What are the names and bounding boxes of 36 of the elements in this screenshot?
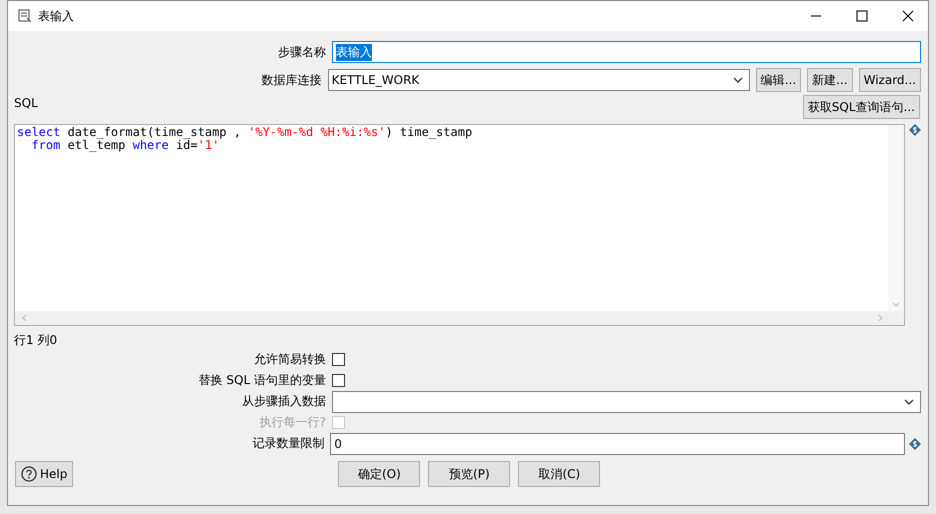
sql-label: SQL: [14, 96, 38, 110]
code-line: select date_format(time_stamp , '%Y-%m-%d %H:%i:%s') time_stamp: [17, 126, 472, 139]
cursor-position: 行1 列0: [14, 332, 58, 349]
close-icon[interactable]: [902, 10, 914, 22]
step-name-field[interactable]: 表输入: [332, 41, 921, 63]
connection-button[interactable]: 新建...: [807, 68, 853, 92]
connection-dropdown[interactable]: KETTLE_WORK: [328, 69, 750, 91]
help-icon: [21, 466, 37, 482]
step-dropdown[interactable]: [332, 390, 921, 412]
variable-icon[interactable]: [909, 124, 921, 136]
connection-button[interactable]: Wizard...: [858, 68, 921, 92]
checkbox[interactable]: [332, 374, 345, 387]
chevron-down-icon: [732, 77, 743, 83]
help-button[interactable]: Help: [15, 461, 74, 487]
option-label: 替换 SQL 语句里的变量: [198, 372, 327, 389]
maximize-icon[interactable]: [856, 10, 868, 22]
dialog-button[interactable]: 确定(O): [338, 461, 420, 487]
limit-field[interactable]: 0: [330, 432, 906, 454]
window-title: 表输入: [38, 8, 74, 24]
get-sql-button[interactable]: 获取SQL查询语句...: [802, 95, 920, 119]
dialog-button[interactable]: 取消(C): [518, 461, 600, 487]
dialog-button[interactable]: 预览(P): [428, 461, 510, 487]
option-label: 允许简易转换: [253, 351, 327, 368]
sql-editor[interactable]: select date_format(time_stamp , '%Y-%m-%d %H:%i:%s') time_stamp from etl_temp where id='1': [14, 124, 906, 326]
vertical-scrollbar[interactable]: [888, 125, 904, 311]
table-icon: [18, 9, 32, 23]
connection-label: 数据库连接: [260, 72, 323, 88]
option-label: 记录数量限制: [251, 435, 326, 452]
option-label: 从步骤插入数据: [241, 393, 327, 410]
checkbox[interactable]: [332, 353, 345, 366]
connection-button[interactable]: 编辑...: [756, 68, 802, 92]
chevron-down-icon: [904, 398, 914, 404]
code-line: from etl_temp where id='1': [30, 139, 220, 152]
option-label: 执行每一行?: [258, 414, 327, 431]
variable-icon[interactable]: [909, 438, 921, 450]
step-name-label: 步骤名称: [277, 44, 327, 60]
